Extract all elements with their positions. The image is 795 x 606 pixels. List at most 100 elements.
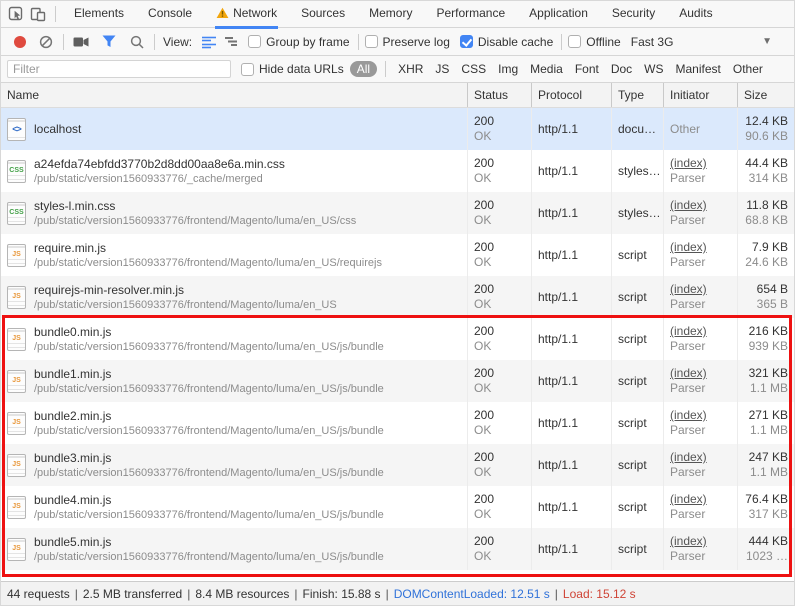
cell-status: 200OK — [467, 318, 531, 360]
preserve-log-checkbox[interactable]: Preserve log — [365, 35, 452, 49]
table-row[interactable]: CSSa24efda74ebfdd3770b2d8dd00aa8e6a.min.… — [1, 150, 794, 192]
initiator-link[interactable]: (index) — [670, 156, 731, 171]
offline-checkbox[interactable]: Offline — [568, 35, 622, 49]
request-name-lines: requirejs-min-resolver.min.js/pub/static… — [34, 283, 337, 312]
request-name-lines: bundle1.min.js/pub/static/version1560933… — [34, 367, 384, 396]
table-row[interactable]: JSrequirejs-min-resolver.min.js/pub/stat… — [1, 276, 794, 318]
column-header-status[interactable]: Status — [467, 83, 531, 107]
tab-sources[interactable]: Sources — [300, 0, 346, 29]
status-code: 200 — [474, 408, 525, 423]
filter-pill-font[interactable]: Font — [575, 62, 599, 76]
initiator-link[interactable]: (index) — [670, 198, 731, 213]
filter-pill-img[interactable]: Img — [498, 62, 518, 76]
column-header-initiator[interactable]: Initiator — [663, 83, 737, 107]
size-resource: 317 KB — [749, 507, 788, 522]
filter-pill-all[interactable]: All — [350, 61, 377, 77]
initiator-link[interactable]: (index) — [670, 324, 731, 339]
filter-funnel-icon[interactable] — [98, 31, 120, 53]
table-row[interactable]: <>localhost200OKhttp/1.1docu…Other12.4 K… — [1, 108, 794, 150]
request-name: require.min.js — [34, 241, 382, 256]
tab-console[interactable]: Console — [147, 0, 193, 29]
table-row[interactable]: JSbundle4.min.js/pub/static/version15609… — [1, 486, 794, 528]
initiator-link[interactable]: (index) — [670, 240, 731, 255]
column-header-protocol[interactable]: Protocol — [531, 83, 611, 107]
status-text: OK — [474, 255, 525, 270]
table-row[interactable]: JSbundle3.min.js/pub/static/version15609… — [1, 444, 794, 486]
filter-pill-other[interactable]: Other — [733, 62, 763, 76]
tab-performance[interactable]: Performance — [435, 0, 506, 29]
initiator-link[interactable]: (index) — [670, 450, 731, 465]
type-value: script — [618, 374, 647, 388]
filter-pill-xhr[interactable]: XHR — [398, 62, 423, 76]
initiator-link[interactable]: (index) — [670, 282, 731, 297]
js-file-icon: JS — [7, 370, 26, 393]
hide-data-urls-checkbox[interactable]: Hide data URLs — [241, 62, 346, 76]
table-row[interactable]: JSrequire.min.js/pub/static/version15609… — [1, 234, 794, 276]
request-name-lines: bundle3.min.js/pub/static/version1560933… — [34, 451, 384, 480]
inspect-element-icon[interactable] — [5, 3, 27, 25]
filter-pill-css[interactable]: CSS — [461, 62, 486, 76]
large-request-rows-icon[interactable] — [198, 31, 220, 53]
size-transferred: 11.8 KB — [746, 198, 788, 213]
request-name: bundle1.min.js — [34, 367, 384, 382]
filter-pill-doc[interactable]: Doc — [611, 62, 632, 76]
cell-protocol: http/1.1 — [531, 444, 611, 486]
cell-status: 200OK — [467, 402, 531, 444]
type-value: docu… — [618, 122, 656, 136]
initiator-link[interactable]: (index) — [670, 534, 731, 549]
initiator-link[interactable]: (index) — [670, 408, 731, 423]
cell-type: styles… — [611, 150, 663, 192]
table-row[interactable]: JSbundle0.min.js/pub/static/version15609… — [1, 318, 794, 360]
cell-size: 271 KB1.1 MB — [737, 402, 794, 444]
chevron-down-icon[interactable]: ▼ — [762, 36, 772, 47]
throttling-select[interactable]: Fast 3G — [631, 35, 674, 49]
group-by-frame-label: Group by frame — [266, 35, 349, 49]
summary-stat: Finish: 15.88 s — [303, 587, 381, 601]
tab-audits[interactable]: Audits — [678, 0, 713, 29]
table-row[interactable]: JSbundle5.min.js/pub/static/version15609… — [1, 528, 794, 570]
size-transferred: 654 B — [757, 282, 788, 297]
capture-screenshots-icon[interactable] — [70, 31, 92, 53]
tab-memory[interactable]: Memory — [368, 0, 413, 29]
record-button[interactable] — [9, 31, 31, 53]
filter-pill-ws[interactable]: WS — [644, 62, 663, 76]
column-header-type[interactable]: Type — [611, 83, 663, 107]
waterfall-timeline-icon[interactable] — [220, 31, 242, 53]
warning-icon — [216, 7, 229, 19]
size-resource: 365 B — [757, 297, 788, 312]
protocol-value: http/1.1 — [538, 374, 578, 388]
column-header-size[interactable]: Size — [737, 83, 794, 107]
tab-security[interactable]: Security — [611, 0, 656, 29]
clear-button[interactable] — [35, 31, 57, 53]
initiator-link[interactable]: (index) — [670, 492, 731, 507]
status-text: OK — [474, 297, 525, 312]
table-row[interactable]: JSbundle2.min.js/pub/static/version15609… — [1, 402, 794, 444]
filter-input[interactable] — [7, 60, 231, 78]
type-value: script — [618, 416, 647, 430]
device-toolbar-icon[interactable] — [27, 3, 49, 25]
tab-application[interactable]: Application — [528, 0, 589, 29]
cell-initiator: (index)Parser — [663, 528, 737, 570]
tab-network[interactable]: Network — [215, 0, 278, 29]
cell-protocol: http/1.1 — [531, 150, 611, 192]
cell-size: 444 KB1023 … — [737, 528, 794, 570]
filter-pill-js[interactable]: JS — [435, 62, 449, 76]
table-row[interactable]: JS bundle1.min.js/pub/static/version15609… — [1, 360, 794, 402]
tab-elements[interactable]: Elements — [73, 0, 125, 29]
filter-pill-manifest[interactable]: Manifest — [676, 62, 721, 76]
filter-pill-media[interactable]: Media — [530, 62, 563, 76]
initiator-link[interactable]: (index) — [670, 366, 731, 381]
group-by-frame-checkbox[interactable]: Group by frame — [248, 35, 351, 49]
initiator-type: Parser — [670, 297, 731, 312]
status-code: 200 — [474, 198, 525, 213]
disable-cache-checkbox[interactable]: Disable cache — [460, 35, 555, 49]
table-row[interactable]: CSSstyles-l.min.css/pub/static/version15… — [1, 192, 794, 234]
tab-label: Application — [529, 6, 588, 20]
cell-size: 654 B365 B — [737, 276, 794, 318]
search-icon[interactable] — [126, 31, 148, 53]
cell-protocol: http/1.1 — [531, 360, 611, 402]
column-header-name[interactable]: Name — [1, 83, 467, 107]
summary-separator: | — [386, 587, 389, 601]
cell-name: <>localhost — [1, 108, 467, 150]
cell-initiator: (index)Parser — [663, 234, 737, 276]
